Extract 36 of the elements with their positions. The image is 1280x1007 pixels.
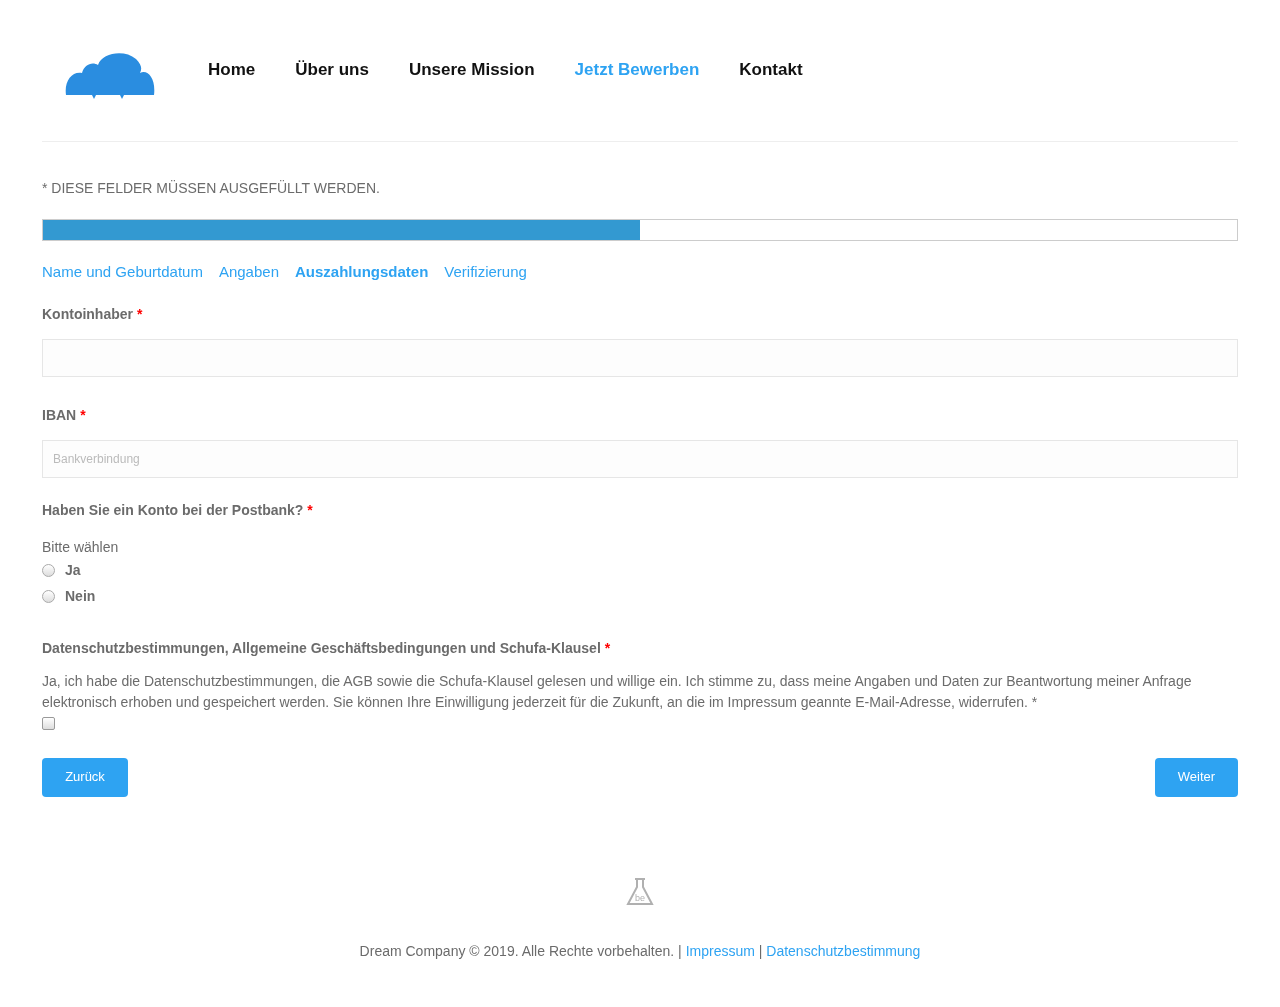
consent-checkbox[interactable] (42, 716, 55, 730)
nav-link[interactable]: Über uns (295, 56, 369, 83)
radio-label: Ja (65, 561, 81, 580)
required-mark: * (604, 639, 611, 656)
privacy-link[interactable]: Datenschutzbestimmung (766, 942, 921, 959)
step-link[interactable]: Angaben (218, 261, 279, 284)
radio-button[interactable] (42, 564, 55, 577)
radio-label: Nein (65, 587, 96, 606)
nav-link[interactable]: Jetzt Bewerben (574, 56, 700, 83)
input-field[interactable] (42, 338, 1238, 377)
required-mark: * (136, 305, 143, 322)
input-field[interactable]: Bankverbindung (42, 439, 1238, 478)
required-note: * DIESE FELDER MÜSSEN AUSGEFÜLLT WERDEN. (42, 179, 381, 198)
impressum-link[interactable]: Impressum (685, 942, 755, 959)
step-link[interactable]: Name und Geburtdatum (42, 261, 203, 284)
next-button[interactable]: Weiter (1155, 757, 1238, 797)
consent-text: Ja, ich habe die Datenschutzbestimmungen, die AGB sowie die Schufa-Klausel gelesen und willige ein. Ich stimme zu, dass meine Angaben und Daten zur Beantwortung meiner Anfrage elektronisch erhoben und gespeichert werden. Sie können Ihre Einwilligung jederzeit für die Zukunft, an die im Impressum geannte E-Mail-Adresse, widerrufen. * (42, 671, 1193, 712)
required-mark: * (307, 501, 313, 518)
field-label: Haben Sie ein Konto bei der Postbank? (42, 501, 304, 518)
step-link[interactable]: Verifizierung (444, 261, 527, 284)
back-button[interactable]: Zurück (42, 757, 128, 797)
field-label: Datenschutzbestimmungen, Allgemeine Geschäftsbedingungen und Schufa-Klausel (42, 639, 601, 656)
field-label: Kontoinhaber (42, 305, 133, 322)
required-mark: * (80, 406, 86, 423)
hint-text: Bitte wählen (42, 537, 120, 557)
separator: | (758, 942, 763, 959)
field-label: IBAN (42, 406, 77, 423)
nav-link[interactable]: Unsere Mission (408, 56, 535, 83)
radio-button[interactable] (42, 590, 55, 603)
cloud-logo[interactable] (64, 50, 156, 101)
step-link[interactable]: Auszahlungsdaten (295, 261, 429, 284)
nav-link[interactable]: Home (208, 56, 256, 83)
separator: | (678, 942, 682, 959)
nav-link[interactable]: Kontakt (739, 56, 803, 83)
flask-logo: be (625, 876, 655, 907)
copyright-text: Dream Company © 2019. Alle Rechte vorbehalten. (359, 942, 675, 959)
